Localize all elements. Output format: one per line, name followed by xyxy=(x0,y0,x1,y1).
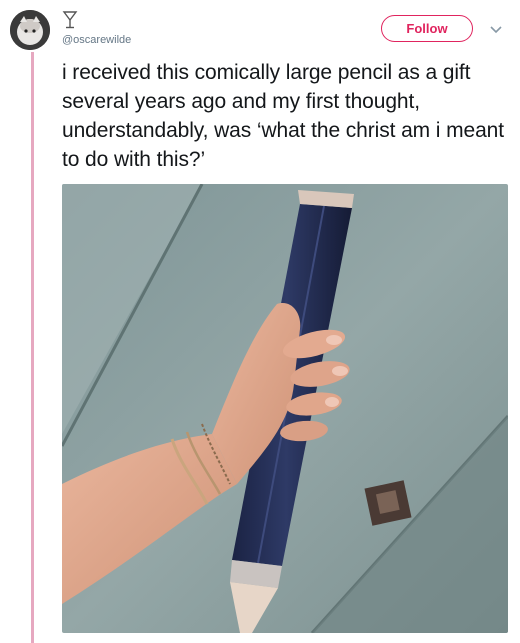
avatar[interactable] xyxy=(10,10,50,50)
martini-glass-icon xyxy=(62,10,78,30)
follow-button[interactable]: Follow xyxy=(381,15,473,42)
user-handle[interactable]: @oscarewilde xyxy=(62,34,131,46)
tweet-photo[interactable] xyxy=(62,184,508,633)
tweet-text: i received this comically large pencil a… xyxy=(62,61,504,171)
thread-line xyxy=(31,52,34,643)
chevron-down-icon[interactable] xyxy=(489,22,503,34)
